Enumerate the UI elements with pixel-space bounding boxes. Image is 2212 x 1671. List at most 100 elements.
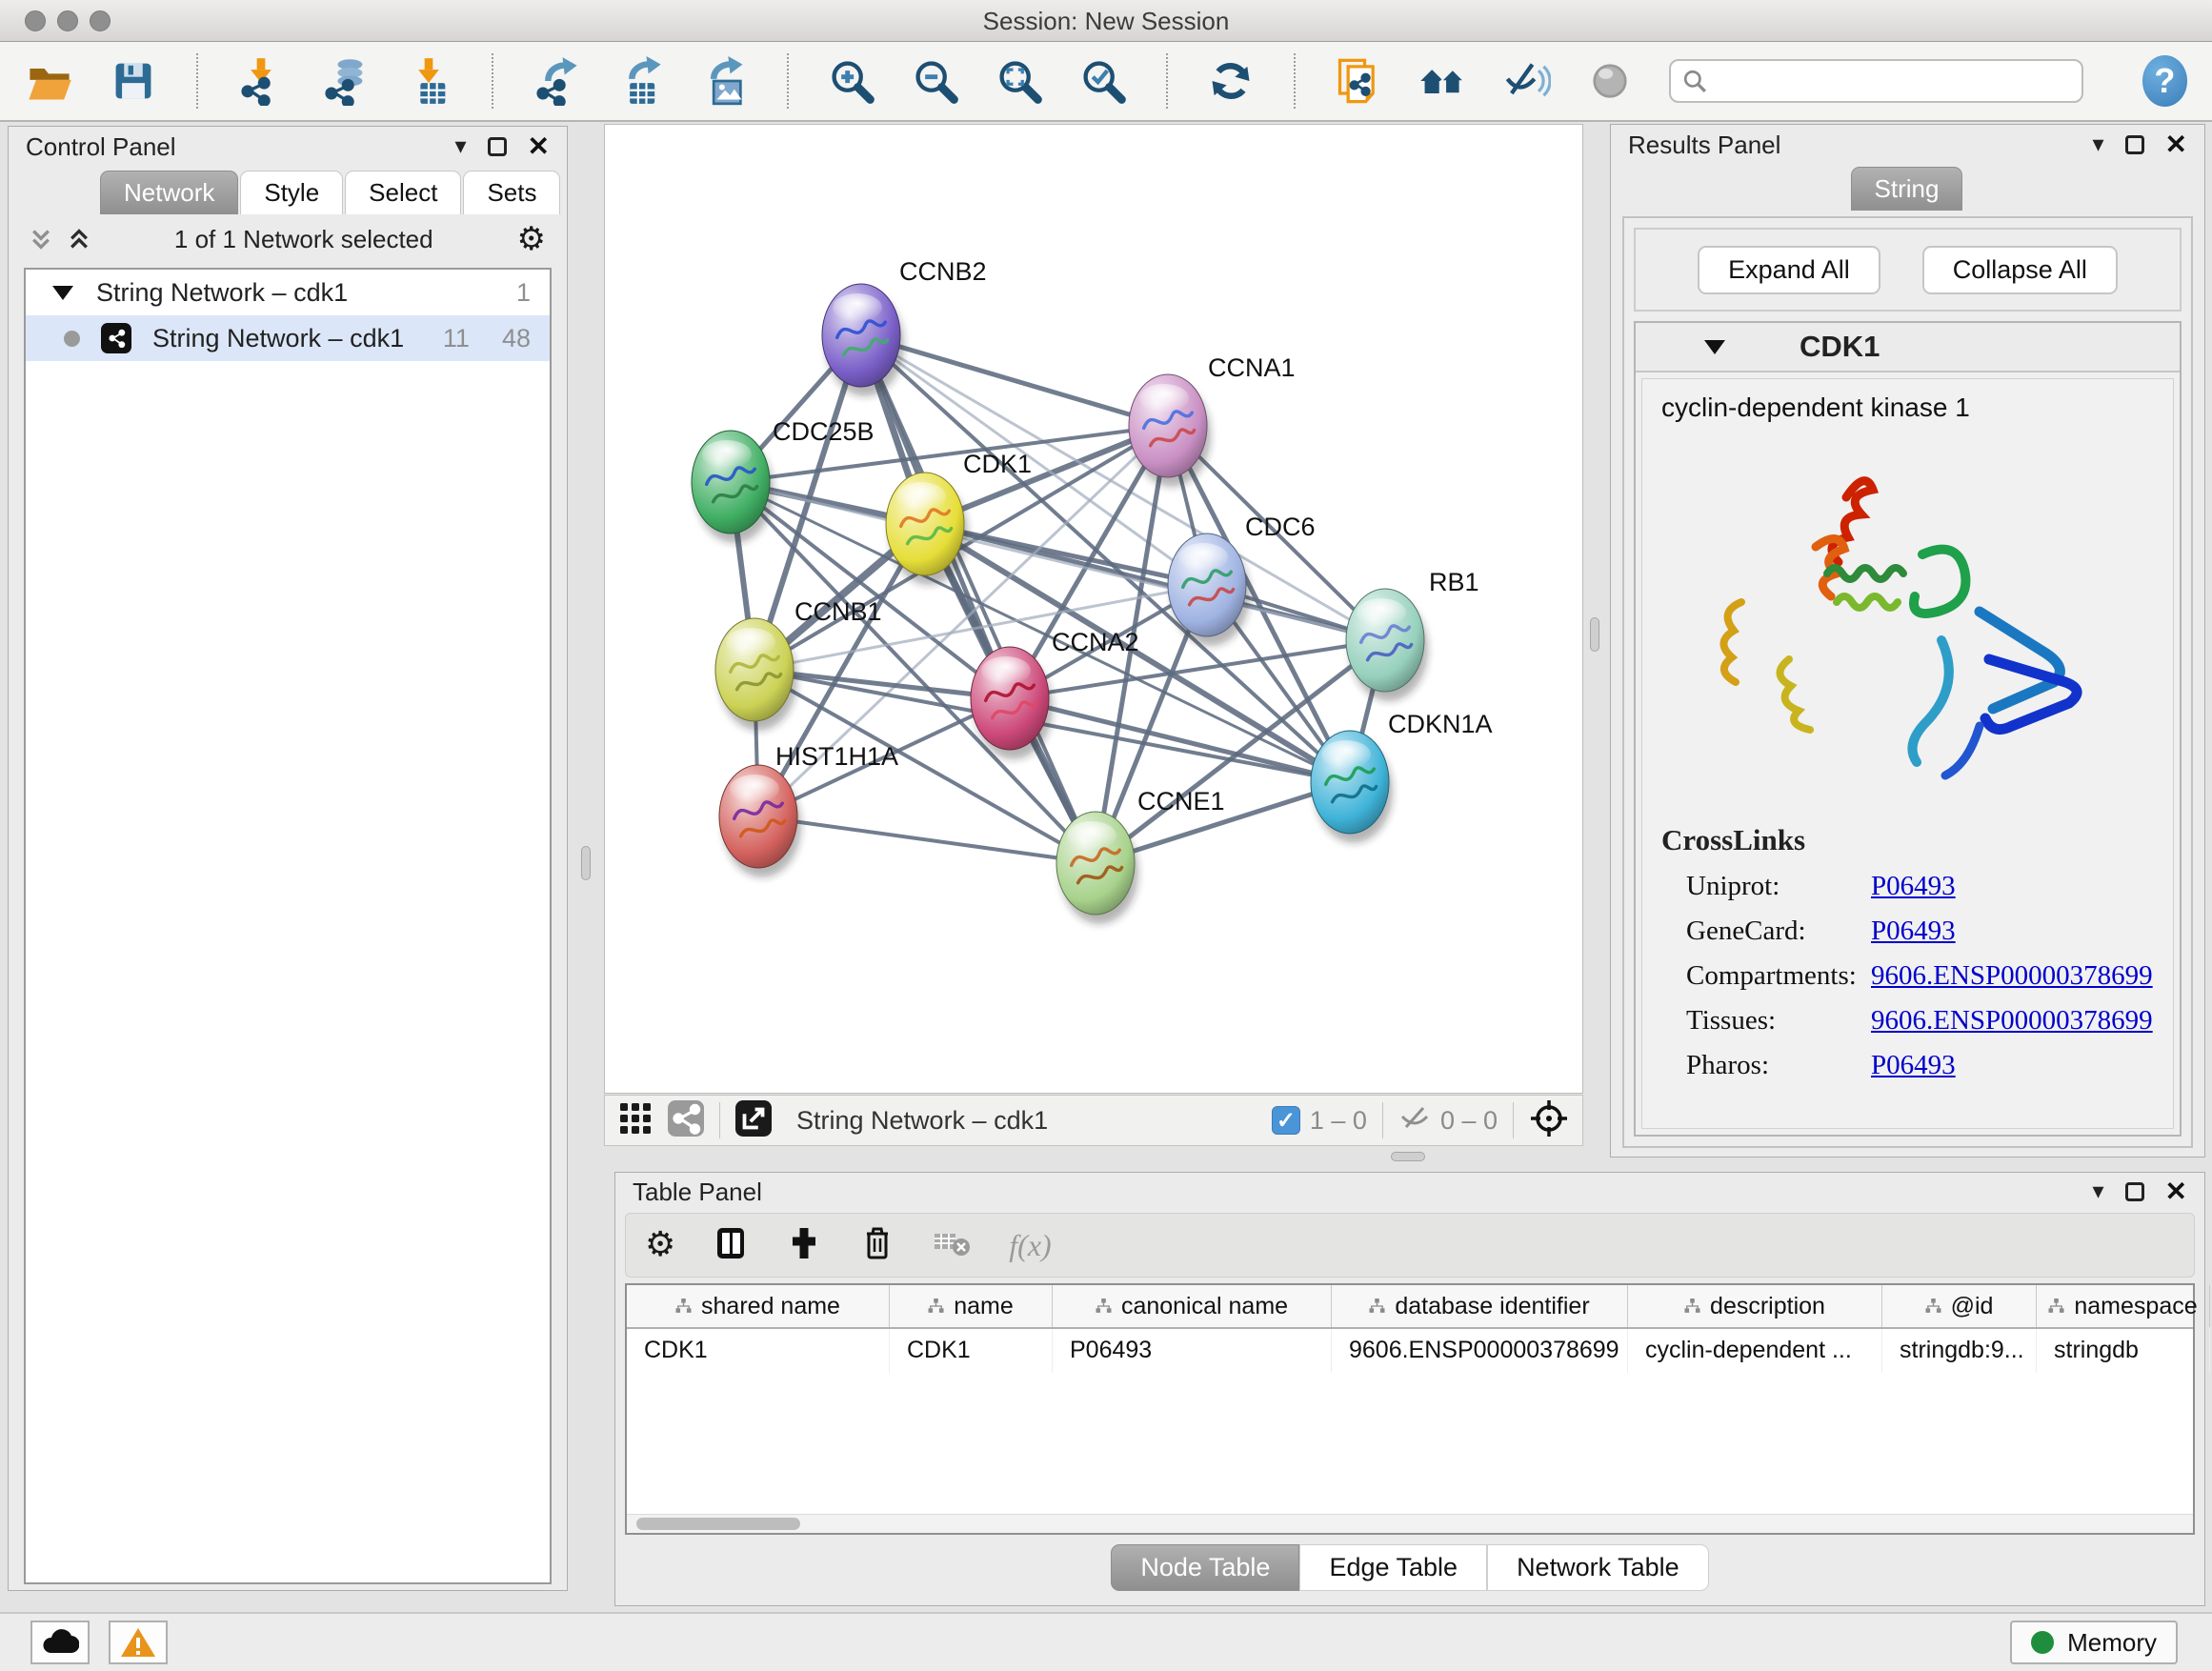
tab-string[interactable]: String — [1851, 167, 1963, 211]
open-in-new-window-icon[interactable] — [735, 1100, 772, 1141]
zoom-fit-icon[interactable] — [995, 54, 1044, 108]
network-edge-CCNB2-CCNA1[interactable] — [861, 335, 1168, 426]
network-node-RB1[interactable]: RB1 — [1346, 568, 1479, 701]
tab-sets[interactable]: Sets — [463, 171, 560, 214]
automation-cloud-button[interactable] — [30, 1621, 90, 1664]
crosslink-uniprot-link[interactable]: P06493 — [1871, 871, 1956, 902]
table-cell[interactable]: CDK1 — [890, 1329, 1053, 1373]
network-collection-row[interactable]: String Network – cdk1 1 — [26, 270, 550, 315]
import-network-icon[interactable] — [236, 54, 286, 108]
network-options-gear-icon[interactable]: ⚙ — [517, 223, 546, 255]
right-splitter-handle[interactable] — [1590, 617, 1599, 652]
column-header-databaseidentifier[interactable]: database identifier — [1332, 1285, 1628, 1327]
tab-network-table[interactable]: Network Table — [1487, 1544, 1709, 1591]
network-node-CDKN1A[interactable]: CDKN1A — [1311, 710, 1493, 843]
network-edge-CCNB2-CCNE1[interactable] — [861, 335, 1096, 863]
home-networks-icon[interactable] — [1418, 54, 1467, 108]
zoom-out-icon[interactable] — [911, 54, 960, 108]
network-node-CCNE1[interactable]: CCNE1 — [1056, 787, 1225, 924]
table-cell[interactable]: stringdb — [2037, 1329, 2210, 1373]
network-edge-HIST1H1A-CCNE1[interactable] — [758, 816, 1096, 863]
column-header-sharedname[interactable]: shared name — [627, 1285, 890, 1327]
column-header-canonicalname[interactable]: canonical name — [1053, 1285, 1332, 1327]
show-columns-icon[interactable] — [712, 1224, 750, 1267]
section-collapse-icon[interactable] — [1704, 340, 1725, 354]
network-node-HIST1H1A[interactable]: HIST1H1A — [719, 742, 898, 877]
hidden-elements-icon[interactable] — [1398, 1102, 1431, 1139]
network-list: String Network – cdk1 1 String Network –… — [24, 268, 552, 1584]
crosslink-tissues-link[interactable]: 9606.ENSP00000378699 — [1871, 1005, 2153, 1037]
refresh-icon[interactable] — [1206, 54, 1256, 108]
import-table-icon[interactable] — [404, 54, 453, 108]
panel-close-icon[interactable]: ✕ — [528, 133, 550, 160]
panel-float-icon[interactable] — [2125, 1182, 2144, 1201]
memory-button[interactable]: Memory — [2010, 1621, 2178, 1664]
help-button[interactable]: ? — [2142, 55, 2187, 107]
table-cell[interactable]: 9606.ENSP00000378699 — [1332, 1329, 1628, 1373]
network-view-canvas[interactable]: CCNB2CCNA1CDC25BCDK1CDC6RB1CCNB1CCNA2CDK… — [604, 124, 1583, 1094]
bottom-splitter-handle[interactable] — [1391, 1152, 1425, 1161]
table-row[interactable]: CDK1CDK1P064939606.ENSP00000378699cyclin… — [627, 1329, 2193, 1373]
warnings-button[interactable] — [109, 1621, 168, 1664]
table-cell[interactable]: CDK1 — [627, 1329, 890, 1373]
tab-edge-table[interactable]: Edge Table — [1299, 1544, 1487, 1591]
table-options-gear-icon[interactable]: ⚙ — [645, 1228, 675, 1262]
network-share-icon[interactable] — [668, 1100, 704, 1141]
add-column-icon[interactable] — [786, 1225, 822, 1266]
network-graph[interactable]: CCNB2CCNA1CDC25BCDK1CDC6RB1CCNB1CCNA2CDK… — [605, 125, 1582, 1093]
tab-style[interactable]: Style — [240, 171, 343, 214]
table-cell[interactable]: P06493 — [1053, 1329, 1332, 1373]
tab-node-table[interactable]: Node Table — [1111, 1544, 1299, 1591]
collapse-all-icon[interactable] — [30, 229, 52, 250]
grid-view-icon[interactable] — [618, 1101, 653, 1140]
clear-table-icon[interactable] — [933, 1226, 973, 1265]
panel-menu-icon[interactable]: ▾ — [454, 135, 466, 158]
panel-float-icon[interactable] — [488, 137, 507, 156]
tab-network[interactable]: Network — [100, 171, 238, 214]
crosslink-genecard-link[interactable]: P06493 — [1871, 916, 1956, 947]
search-box[interactable] — [1669, 59, 2083, 103]
table-horizontal-scrollbar[interactable] — [627, 1514, 2193, 1533]
panel-float-icon[interactable] — [2125, 135, 2144, 154]
tab-select[interactable]: Select — [345, 171, 461, 214]
hide-panel-icon[interactable] — [1501, 54, 1551, 108]
network-row-selected[interactable]: String Network – cdk1 11 48 — [26, 315, 550, 361]
delete-column-icon[interactable] — [858, 1224, 896, 1267]
export-table-icon[interactable] — [615, 54, 665, 108]
network-node-CDC6[interactable]: CDC6 — [1168, 513, 1316, 646]
import-database-icon[interactable] — [320, 54, 370, 108]
birds-eye-view-icon[interactable] — [1529, 1098, 1569, 1143]
network-node-CCNB1[interactable]: CCNB1 — [715, 597, 882, 731]
selected-nodes-checkbox-icon[interactable]: ✓ — [1272, 1106, 1300, 1135]
tree-expand-icon[interactable] — [52, 286, 73, 300]
expand-all-icon[interactable] — [68, 229, 90, 250]
panel-menu-icon[interactable]: ▾ — [2092, 1180, 2103, 1203]
column-header-id[interactable]: @id — [1882, 1285, 2037, 1327]
crosslink-compartments-link[interactable]: 9606.ENSP00000378699 — [1871, 960, 2153, 992]
sphere-icon[interactable] — [1585, 54, 1635, 108]
column-header-name[interactable]: name — [890, 1285, 1053, 1327]
zoom-selected-icon[interactable] — [1078, 54, 1128, 108]
panel-close-icon[interactable]: ✕ — [2165, 131, 2187, 158]
crosslink-pharos-link[interactable]: P06493 — [1871, 1050, 1956, 1081]
table-cell[interactable]: cyclin-dependent ... — [1628, 1329, 1882, 1373]
scrollbar-thumb[interactable] — [636, 1518, 800, 1530]
column-header-namespace[interactable]: namespace — [2037, 1285, 2210, 1327]
export-network-icon[interactable] — [532, 54, 581, 108]
function-builder-icon[interactable]: f(x) — [1009, 1228, 1051, 1263]
edge-count: 48 — [502, 324, 531, 353]
save-session-icon[interactable] — [109, 54, 158, 108]
left-splitter-handle[interactable] — [581, 846, 591, 880]
search-input[interactable] — [1715, 68, 2070, 95]
share-network-icon[interactable] — [1334, 54, 1383, 108]
expand-all-button[interactable]: Expand All — [1698, 246, 1880, 294]
gene-section-header[interactable]: CDK1 — [1636, 323, 2180, 372]
panel-close-icon[interactable]: ✕ — [2165, 1178, 2187, 1205]
open-session-icon[interactable] — [25, 54, 74, 108]
zoom-in-icon[interactable] — [827, 54, 876, 108]
export-image-icon[interactable] — [699, 54, 749, 108]
column-header-description[interactable]: description — [1628, 1285, 1882, 1327]
collapse-all-button[interactable]: Collapse All — [1922, 246, 2118, 294]
panel-menu-icon[interactable]: ▾ — [2092, 133, 2103, 156]
table-cell[interactable]: stringdb:9... — [1882, 1329, 2037, 1373]
